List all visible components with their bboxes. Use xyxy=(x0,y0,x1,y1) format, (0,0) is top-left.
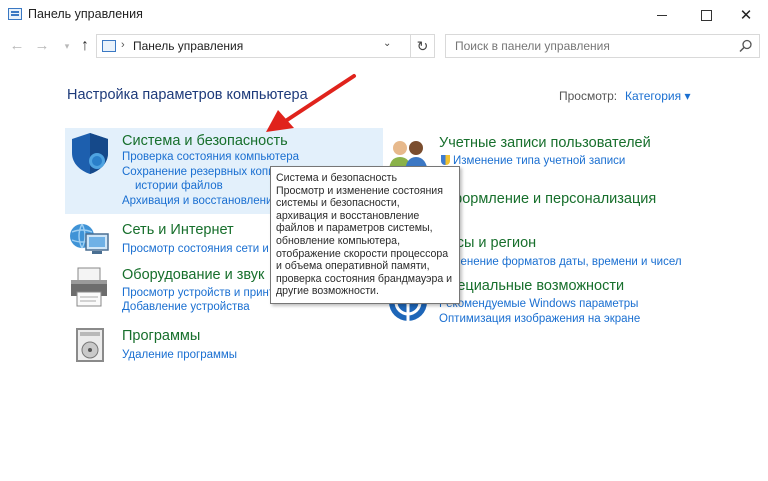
link-file-history-backup-cont[interactable]: истории файлов xyxy=(135,180,223,192)
breadcrumb-separator-icon: › xyxy=(121,39,125,51)
category-title-appearance[interactable]: Оформление и персонализация xyxy=(439,191,656,207)
control-panel-window: Панель управления ✕ ← → ▾ ↑ › Панель упр… xyxy=(0,0,768,481)
tooltip: Система и безопасность Просмотр и измене… xyxy=(270,166,460,304)
refresh-button[interactable]: ↻ xyxy=(411,34,435,58)
shield-icon xyxy=(72,133,108,174)
recent-locations-icon[interactable]: ▾ xyxy=(58,37,76,55)
tooltip-line: системы и безопасности, xyxy=(276,197,400,210)
link-check-computer-status[interactable]: Проверка состояния компьютера xyxy=(122,151,299,163)
breadcrumb[interactable]: Панель управления xyxy=(133,39,243,53)
category-title-hardware-sound[interactable]: Оборудование и звук xyxy=(122,267,264,283)
link-optimize-visual-display[interactable]: Оптимизация изображения на экране xyxy=(439,313,640,325)
tooltip-line: другие возможности. xyxy=(276,285,379,298)
control-panel-small-icon xyxy=(102,40,116,52)
minimize-icon xyxy=(657,14,667,16)
chevron-down-icon: ▾ xyxy=(684,89,691,103)
network-icon xyxy=(70,223,109,254)
window-title: Панель управления xyxy=(28,7,143,21)
category-title-programs[interactable]: Программы xyxy=(122,328,200,344)
maximize-icon xyxy=(700,9,712,21)
close-icon: ✕ xyxy=(739,7,753,24)
tooltip-line: обновление компьютера, xyxy=(276,234,401,247)
view-by-dropdown[interactable]: Категория ▾ xyxy=(625,89,690,103)
maximize-button[interactable] xyxy=(684,0,728,30)
category-title-network[interactable]: Сеть и Интернет xyxy=(122,222,234,238)
annotation-arrow-icon xyxy=(266,74,356,132)
link-change-account-type[interactable]: Изменение типа учетной записи xyxy=(441,155,625,167)
link-uninstall-program[interactable]: Удаление программы xyxy=(122,349,237,361)
view-by-label: Просмотр: xyxy=(559,89,618,103)
control-panel-icon xyxy=(8,8,22,20)
printer-icon xyxy=(71,267,107,307)
tooltip-line: Система и безопасность xyxy=(276,172,398,184)
tooltip-line: Просмотр и изменение состояния xyxy=(276,184,443,197)
refresh-icon: ↻ xyxy=(416,38,429,54)
address-bar[interactable]: › Панель управления ⌄ xyxy=(96,34,411,58)
address-dropdown-icon[interactable]: ⌄ xyxy=(383,38,391,49)
category-title-accessibility[interactable]: Специальные возможности xyxy=(439,278,624,294)
link-add-device[interactable]: Добавление устройства xyxy=(122,301,250,313)
category-title-user-accounts[interactable]: Учетные записи пользователей xyxy=(439,135,651,151)
minimize-button[interactable] xyxy=(640,0,684,30)
tooltip-line: файлов и параметров системы, xyxy=(276,222,433,235)
admin-shield-icon xyxy=(441,155,450,165)
search-input[interactable] xyxy=(446,35,735,57)
programs-icon xyxy=(76,328,104,362)
link-file-history-backup[interactable]: Сохранение резервных копий xyxy=(122,166,281,178)
tooltip-line: архивация и восстановление xyxy=(276,209,420,222)
navigation-bar: ← → ▾ ↑ › Панель управления ⌄ ↻ xyxy=(0,30,768,64)
search-icon[interactable] xyxy=(739,39,753,53)
link-recommended-settings[interactable]: Рекомендуемые Windows параметры xyxy=(439,298,638,310)
back-arrow-icon[interactable]: ← xyxy=(8,37,26,55)
up-arrow-icon[interactable]: ↑ xyxy=(76,37,94,55)
tooltip-line: проверка состояния брандмауэра и xyxy=(276,272,453,285)
link-change-account-type-label: Изменение типа учетной записи xyxy=(453,155,626,167)
tooltip-line: отображение скорости процессора xyxy=(276,247,449,260)
forward-arrow-icon[interactable]: → xyxy=(33,37,51,55)
close-button[interactable]: ✕ xyxy=(724,0,768,30)
link-date-time-formats[interactable]: Изменение форматов даты, времени и чисел xyxy=(439,256,682,268)
tooltip-line: и объема оперативной памяти, xyxy=(276,260,430,273)
view-by-value: Категория xyxy=(625,89,682,103)
title-bar: Панель управления ✕ xyxy=(0,0,768,30)
search-box[interactable] xyxy=(445,34,760,58)
link-backup-restore[interactable]: Архивация и восстановление xyxy=(122,195,279,207)
